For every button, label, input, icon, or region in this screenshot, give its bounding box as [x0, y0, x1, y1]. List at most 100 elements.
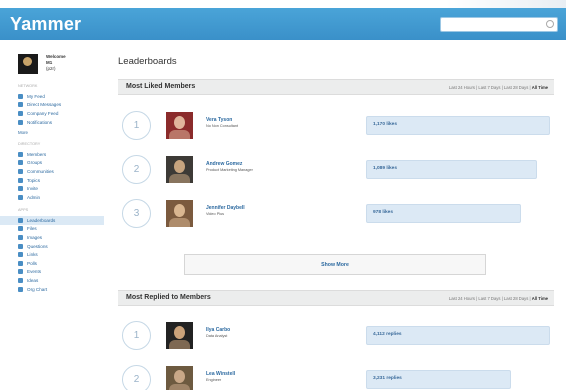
sidebar-item-label: Links [27, 252, 38, 258]
sidebar-item-label: Groups [27, 160, 43, 166]
avatar-body [169, 130, 190, 139]
member-name-link[interactable]: Jennifer Daybell [206, 205, 245, 211]
sidebar-item-label: Members [27, 151, 47, 157]
top-navigation-bar: Yammer [0, 0, 566, 40]
most-replied-title: Most Replied to Members [126, 294, 211, 301]
question-icon [18, 243, 23, 249]
most-liked-title: Most Liked Members [126, 83, 196, 90]
time-filter-last-7-days[interactable]: Last 7 Days [478, 296, 500, 301]
member-avatar[interactable] [166, 112, 193, 139]
score-bar: 4,112 replies [366, 326, 550, 345]
time-filter-last-24-hours[interactable]: Last 24 Hours [449, 296, 475, 301]
avatar-face [174, 160, 185, 173]
poll-icon [18, 260, 23, 266]
sidebar-section-apps: Apps [18, 208, 29, 212]
sidebar-item-label: Topics [27, 177, 41, 183]
sidebar-nav-directory: Members Groups Communities Topics Invite Admi… [18, 150, 96, 202]
member-avatar[interactable] [166, 322, 193, 349]
leaderboard-row: 2 Lea Winstell Engineer 3,231 replies [122, 360, 552, 390]
sidebar-item-label: Invite [27, 186, 38, 192]
score-bar: 978 likes [366, 204, 521, 223]
mail-icon [18, 102, 23, 108]
show-more-button[interactable]: Show More [184, 254, 486, 275]
time-filter-last-28-days[interactable]: Last 28 Days [504, 85, 528, 90]
time-filter-last-7-days[interactable]: Last 7 Days [478, 85, 500, 90]
most-replied-time-filters: Last 24 Hours | Last 7 Days | Last 28 Da… [449, 296, 548, 301]
sidebar-item-questions[interactable]: Questions [18, 242, 96, 251]
link-icon [18, 252, 23, 258]
sidebar-section-directory: Directory [18, 142, 41, 146]
trophy-icon [18, 217, 23, 223]
sidebar-item-admin[interactable]: Admin [18, 193, 96, 202]
search-input[interactable] [440, 17, 558, 32]
member-job-title: Data Analyst [206, 334, 228, 338]
time-filter-all-time[interactable]: All Time [532, 296, 548, 301]
sidebar-item-links[interactable]: Links [18, 250, 96, 259]
time-filter-all-time[interactable]: All Time [532, 85, 548, 90]
hashtag-icon [18, 177, 23, 183]
member-job-title: Engineer [206, 378, 222, 382]
member-name-link[interactable]: Vera Tyson [206, 117, 232, 123]
score-value: 4,112 replies [373, 332, 402, 337]
member-avatar[interactable] [166, 156, 193, 183]
score-value: 3,231 replies [373, 376, 402, 381]
sidebar-item-events[interactable]: Events [18, 268, 96, 277]
sidebar-item-images[interactable]: Images [18, 233, 96, 242]
sidebar-item-org-chart[interactable]: Org Chart [18, 285, 96, 294]
sidebar-item-label: Images [27, 234, 43, 240]
rank-badge: 2 [122, 365, 151, 390]
sidebar-item-label: Notifications [27, 119, 53, 125]
member-name-link[interactable]: Ilya Carbo [206, 327, 230, 333]
sidebar-item-topics[interactable]: Topics [18, 176, 96, 185]
more-link[interactable]: More [18, 130, 28, 135]
sidebar-item-company-feed[interactable]: Company Feed [18, 109, 96, 118]
sidebar-section-network: Network [18, 84, 38, 88]
group-icon [18, 160, 23, 166]
most-liked-time-filters: Last 24 Hours | Last 7 Days | Last 28 Da… [449, 85, 548, 90]
calendar-icon [18, 269, 23, 275]
sidebar-item-groups[interactable]: Groups [18, 159, 96, 168]
sidebar-item-label: Company Feed [27, 110, 59, 116]
member-name-link[interactable]: Lea Winstell [206, 371, 235, 377]
score-bar: 1,170 likes [366, 116, 550, 135]
wrench-icon [18, 194, 23, 200]
home-icon [18, 93, 23, 99]
sidebar-item-label: Questions [27, 243, 48, 249]
member-avatar[interactable] [166, 366, 193, 390]
app-logo[interactable]: Yammer [10, 14, 81, 35]
sidebar-item-notifications[interactable]: Notifications [18, 118, 96, 127]
sidebar-item-ideas[interactable]: Ideas [18, 276, 96, 285]
member-name-link[interactable]: Andrew Gomez [206, 161, 242, 167]
score-value: 1,089 likes [373, 166, 398, 171]
member-job-title: Product Marketing Manager [206, 168, 253, 172]
sidebar-item-label: Admin [27, 194, 41, 200]
sidebar-item-label: Ideas [27, 277, 39, 283]
sidebar-item-leaderboards[interactable]: Leaderboards [0, 216, 104, 225]
rank-badge: 2 [122, 155, 151, 184]
rank-badge: 1 [122, 321, 151, 350]
sidebar-item-direct-messages[interactable]: Direct Messages [18, 101, 96, 110]
sidebar-item-polls[interactable]: Polls [18, 259, 96, 268]
search-icon[interactable] [546, 20, 554, 28]
most-replied-header: Most Replied to Members Last 24 Hours | … [118, 290, 554, 306]
sidebar-item-communities[interactable]: Communities [18, 167, 96, 176]
avatar[interactable] [18, 54, 38, 74]
member-avatar[interactable] [166, 200, 193, 227]
lightbulb-icon [18, 277, 23, 283]
sidebar-item-label: Communities [27, 168, 54, 174]
score-value: 1,170 likes [373, 122, 398, 127]
file-icon [18, 226, 23, 232]
sidebar-item-label: Org Chart [27, 286, 48, 292]
top-right-corner [446, 0, 566, 8]
sidebar-item-my-feed[interactable]: My Feed [18, 92, 96, 101]
sidebar-item-files[interactable]: Files [18, 225, 96, 234]
welcome-line-3: (p2r) [46, 66, 56, 71]
time-filter-last-24-hours[interactable]: Last 24 Hours [449, 85, 475, 90]
sidebar-item-invite[interactable]: Invite [18, 184, 96, 193]
sidebar-item-members[interactable]: Members [18, 150, 96, 159]
avatar-body [169, 384, 190, 390]
person-icon [18, 151, 23, 157]
member-job-title: Video Plus [206, 212, 225, 216]
time-filter-last-28-days[interactable]: Last 28 Days [504, 296, 528, 301]
page-title: Leaderboards [118, 56, 177, 67]
